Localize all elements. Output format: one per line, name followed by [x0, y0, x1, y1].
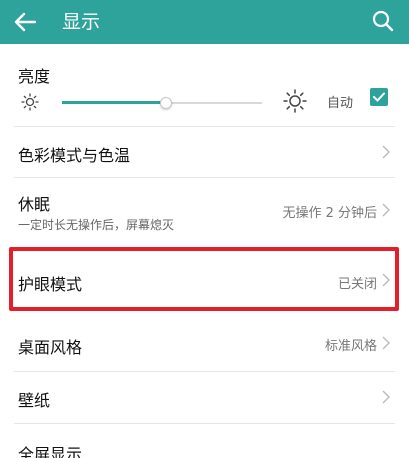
setting-title: 桌面风格: [18, 338, 83, 357]
chevron-right-icon: [382, 390, 390, 404]
sun-small-icon: [21, 93, 39, 111]
setting-value: 无操作 2 分钟后: [282, 206, 377, 221]
arrow-left-icon: [14, 12, 36, 32]
brightness-section: 亮度 自动: [0, 44, 409, 126]
highlight-frame: [9, 247, 399, 311]
setting-row-sleep[interactable]: 休眠 一定时长无操作后，屏幕熄灭 无操作 2 分钟后: [0, 178, 409, 242]
setting-row-home-style[interactable]: 桌面风格 标准风格: [0, 318, 409, 370]
brightness-label: 亮度: [18, 67, 51, 86]
page-title: 显示: [62, 11, 101, 33]
brightness-slider[interactable]: [62, 97, 262, 109]
auto-brightness-label: 自动: [327, 96, 354, 111]
app-bar: 显示: [0, 0, 409, 44]
setting-value: 标准风格: [324, 339, 377, 354]
chevron-right-icon: [382, 145, 390, 159]
chevron-right-icon: [382, 203, 390, 217]
setting-subtitle: 一定时长无操作后，屏幕熄灭: [18, 218, 175, 232]
auto-brightness-checkbox[interactable]: [370, 88, 388, 106]
setting-row-fullscreen[interactable]: 全屏显示: [0, 424, 409, 458]
setting-row-color-mode[interactable]: 色彩模式与色温: [0, 127, 409, 177]
slider-thumb[interactable]: [160, 97, 172, 109]
setting-title: 休眠: [18, 195, 51, 214]
chevron-right-icon: [382, 336, 390, 350]
back-button[interactable]: [10, 8, 40, 36]
sun-large-icon: [283, 89, 307, 113]
check-icon: [373, 92, 385, 102]
setting-title: 壁纸: [18, 391, 51, 410]
setting-title: 色彩模式与色温: [18, 146, 131, 165]
search-button[interactable]: [369, 7, 397, 35]
slider-fill: [62, 101, 166, 104]
setting-row-wallpaper[interactable]: 壁纸: [0, 372, 409, 422]
search-icon: [372, 10, 394, 32]
setting-title: 全屏显示: [18, 445, 83, 458]
